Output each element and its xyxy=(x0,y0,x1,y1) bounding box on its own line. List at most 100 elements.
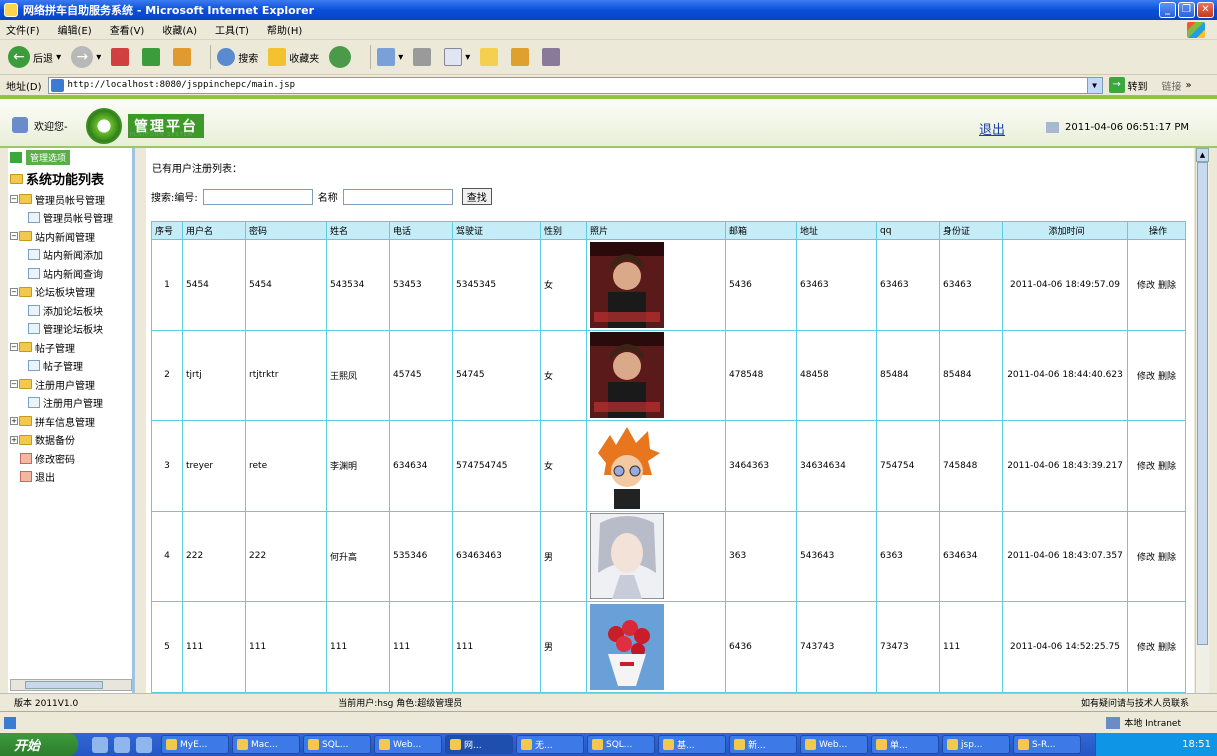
tree-toggle-icon[interactable]: − xyxy=(10,232,18,241)
history-button[interactable] xyxy=(329,46,354,68)
menu-view[interactable]: 查看(V) xyxy=(110,22,145,37)
taskbar-task-button[interactable]: 网... xyxy=(445,735,513,754)
forward-button[interactable]: → ▾ xyxy=(71,46,101,68)
username-cell: 5454 xyxy=(182,239,246,331)
logout-link[interactable]: 退出 xyxy=(979,119,1005,138)
taskbar-task-button[interactable]: 无... xyxy=(516,735,584,754)
delete-link[interactable]: 删除 xyxy=(1158,643,1176,653)
sidebar-item[interactable]: + 数据备份 xyxy=(8,431,132,450)
taskbar-task-button[interactable]: SQL... xyxy=(303,735,371,754)
edit-link[interactable]: 修改 xyxy=(1137,372,1155,382)
address-dropdown-button[interactable]: ▼ xyxy=(1086,77,1102,93)
sidebar-item[interactable]: 注册用户管理 xyxy=(8,394,132,413)
sidebar-tab[interactable]: 管理选项 xyxy=(10,150,132,165)
main-vscrollbar[interactable]: ▲ xyxy=(1195,148,1209,693)
tree-toggle-icon[interactable]: + xyxy=(10,435,18,444)
sidebar-item[interactable]: 站内新闻查询 xyxy=(8,264,132,283)
sidebar-item[interactable]: 管理论坛板块 xyxy=(8,320,132,339)
sidebar-hscrollbar[interactable] xyxy=(10,679,132,691)
address-input[interactable]: http://localhost:8080/jsppinchepc/main.j… xyxy=(47,76,1103,94)
browser-toolbar: ← 后退 ▾ → ▾ 搜索 收藏夹 ▾ ▾ xyxy=(0,40,1217,75)
taskbar-task-button[interactable]: Mac... xyxy=(232,735,300,754)
search-button[interactable]: 搜索 xyxy=(217,48,258,66)
sidebar-item[interactable]: − 管理员帐号管理 xyxy=(8,190,132,209)
taskbar-task-button[interactable]: jsp... xyxy=(942,735,1010,754)
maximize-button[interactable]: ❐ xyxy=(1178,2,1195,18)
sidebar-item[interactable]: 退出 xyxy=(8,468,132,487)
tree-toggle-icon[interactable]: − xyxy=(10,380,18,389)
menu-favorites[interactable]: 收藏(A) xyxy=(162,22,197,37)
discuss-button[interactable] xyxy=(480,48,501,66)
search-submit-button[interactable]: 查找 xyxy=(461,188,492,205)
edit-link[interactable]: 修改 xyxy=(1137,462,1155,472)
taskbar-task-button[interactable]: 基... xyxy=(658,735,726,754)
back-arrow-icon: ← xyxy=(8,46,30,68)
edit-link[interactable]: 修改 xyxy=(1137,281,1155,291)
id-input[interactable] xyxy=(202,188,313,205)
scroll-thumb[interactable] xyxy=(1197,162,1208,645)
window-titlebar[interactable]: 网络拼车自助服务系统 - Microsoft Internet Explorer… xyxy=(0,0,1217,20)
print-button[interactable] xyxy=(413,48,434,66)
sidebar-item[interactable]: 站内新闻添加 xyxy=(8,246,132,265)
delete-link[interactable]: 删除 xyxy=(1158,372,1176,382)
sidebar-item[interactable]: − 论坛板块管理 xyxy=(8,283,132,302)
scroll-up-button[interactable]: ▲ xyxy=(1196,148,1209,162)
name-cell: 111 xyxy=(326,601,390,693)
tree-toggle-icon[interactable]: + xyxy=(10,417,18,426)
folder-open-icon xyxy=(10,173,23,184)
links-button[interactable]: 链接 xyxy=(1162,78,1182,93)
sidebar-item[interactable]: − 帖子管理 xyxy=(8,338,132,357)
taskbar-task-button[interactable]: 新... xyxy=(729,735,797,754)
chevron-right-icon[interactable]: » xyxy=(1186,80,1192,91)
sidebar-item[interactable]: − 站内新闻管理 xyxy=(8,227,132,246)
id-card-cell: 745848 xyxy=(939,420,1003,512)
taskbar-task-button[interactable]: SQL... xyxy=(587,735,655,754)
start-button[interactable]: 开始 xyxy=(0,733,78,756)
tree-toggle-icon[interactable]: − xyxy=(10,195,18,204)
close-button[interactable]: ✕ xyxy=(1197,2,1214,18)
taskbar-task-button[interactable]: Web... xyxy=(374,735,442,754)
app-icon xyxy=(876,739,887,750)
user-photo xyxy=(590,513,664,600)
home-button[interactable] xyxy=(173,48,194,66)
desktop-quicklaunch-icon[interactable] xyxy=(114,736,130,753)
tree-toggle-icon[interactable]: − xyxy=(10,287,18,296)
delete-link[interactable]: 删除 xyxy=(1158,281,1176,291)
favorites-button[interactable]: 收藏夹 xyxy=(268,48,319,66)
id-card-cell: 85484 xyxy=(939,329,1003,421)
sidebar-item[interactable]: − 注册用户管理 xyxy=(8,375,132,394)
stop-button[interactable] xyxy=(111,48,132,66)
minimize-button[interactable]: _ xyxy=(1159,2,1176,18)
edit-page-icon xyxy=(28,267,40,279)
sidebar-item[interactable]: 添加论坛板块 xyxy=(8,301,132,320)
edit-link[interactable]: 修改 xyxy=(1137,553,1155,563)
name-input[interactable] xyxy=(342,188,453,205)
tree-toggle-icon[interactable]: − xyxy=(10,343,18,352)
menu-file[interactable]: 文件(F) xyxy=(6,22,40,37)
go-button[interactable]: → 转到 xyxy=(1108,77,1148,93)
media-quicklaunch-icon[interactable] xyxy=(136,736,152,753)
delete-link[interactable]: 删除 xyxy=(1158,553,1176,563)
sidebar-item[interactable]: 管理员帐号管理 xyxy=(8,209,132,228)
sidebar-item[interactable]: + 拼车信息管理 xyxy=(8,412,132,431)
menu-tools[interactable]: 工具(T) xyxy=(215,22,249,37)
sidebar-item[interactable]: 修改密码 xyxy=(8,449,132,468)
actions-cell: 修改 删除 xyxy=(1127,329,1186,421)
scroll-thumb[interactable] xyxy=(25,681,103,689)
mail-button[interactable]: ▾ xyxy=(377,48,403,66)
ie-quicklaunch-icon[interactable] xyxy=(92,736,108,753)
edit-button[interactable]: ▾ xyxy=(444,48,470,66)
sidebar-item[interactable]: 帖子管理 xyxy=(8,357,132,376)
refresh-button[interactable] xyxy=(142,48,163,66)
delete-link[interactable]: 删除 xyxy=(1158,462,1176,472)
menu-edit[interactable]: 编辑(E) xyxy=(58,22,92,37)
edit-link[interactable]: 修改 xyxy=(1137,643,1155,653)
back-button[interactable]: ← 后退 ▾ xyxy=(8,46,61,68)
research-button[interactable] xyxy=(511,48,532,66)
taskbar-task-button[interactable]: 单... xyxy=(871,735,939,754)
taskbar-task-button[interactable]: MyE... xyxy=(161,735,229,754)
messenger-button[interactable] xyxy=(542,48,563,66)
taskbar-task-button[interactable]: S-R... xyxy=(1013,735,1081,754)
menu-help[interactable]: 帮助(H) xyxy=(267,22,302,37)
taskbar-task-button[interactable]: Web... xyxy=(800,735,868,754)
